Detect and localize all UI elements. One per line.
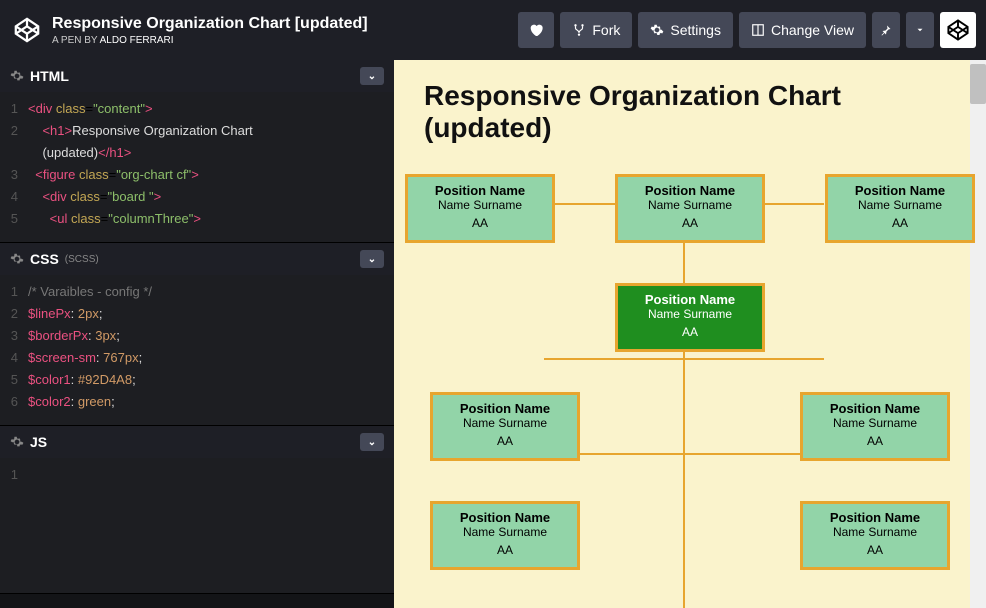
html-panel-header[interactable]: HTML ⌄ bbox=[0, 60, 394, 92]
org-node: Position NameName SurnameAA bbox=[825, 174, 975, 243]
org-node: Position NameName SurnameAA bbox=[800, 501, 950, 570]
org-node: Position NameName SurnameAA bbox=[800, 392, 950, 461]
like-button[interactable] bbox=[518, 12, 554, 48]
js-panel: JS ⌄ 1 bbox=[0, 426, 394, 594]
gear-icon bbox=[10, 435, 24, 449]
pin-button[interactable] bbox=[872, 12, 900, 48]
html-label: HTML bbox=[30, 68, 69, 84]
html-code-editor[interactable]: 1<div class="content"> 2 <h1>Responsive … bbox=[0, 92, 394, 242]
gear-icon bbox=[10, 69, 24, 83]
author-link[interactable]: Aldo Ferrari bbox=[100, 35, 174, 46]
css-label: CSS bbox=[30, 251, 59, 267]
codepen-logo bbox=[10, 13, 44, 47]
js-panel-header[interactable]: JS ⌄ bbox=[0, 426, 394, 458]
org-node: Position NameName SurnameAA bbox=[430, 501, 580, 570]
change-view-button[interactable]: Change View bbox=[739, 12, 866, 48]
gear-icon bbox=[10, 252, 24, 266]
preview-content: Responsive Organization Chart (updated) … bbox=[394, 60, 986, 608]
avatar[interactable] bbox=[940, 12, 976, 48]
settings-button[interactable]: Settings bbox=[638, 12, 733, 48]
fork-button[interactable]: Fork bbox=[560, 12, 632, 48]
org-node: Position NameName SurnameAA bbox=[405, 174, 555, 243]
org-node: Position NameName SurnameAA bbox=[615, 174, 765, 243]
collapse-button[interactable]: ⌄ bbox=[360, 250, 384, 268]
collapse-button[interactable]: ⌄ bbox=[360, 67, 384, 85]
org-chart: Position NameName SurnameAA Position Nam… bbox=[424, 174, 956, 608]
editors-column: HTML ⌄ 1<div class="content"> 2 <h1>Resp… bbox=[0, 60, 394, 608]
css-panel-header[interactable]: CSS (SCSS) ⌄ bbox=[0, 243, 394, 275]
css-code-editor[interactable]: 1/* Varaibles - config */ 2$linePx: 2px;… bbox=[0, 275, 394, 425]
org-node: Position NameName SurnameAA bbox=[430, 392, 580, 461]
collapse-button[interactable]: ⌄ bbox=[360, 433, 384, 451]
css-preproc: (SCSS) bbox=[65, 254, 99, 265]
chart-row: Position NameName SurnameAA Position Nam… bbox=[424, 174, 956, 243]
html-panel: HTML ⌄ 1<div class="content"> 2 <h1>Resp… bbox=[0, 60, 394, 243]
css-panel: CSS (SCSS) ⌄ 1/* Varaibles - config */ 2… bbox=[0, 243, 394, 426]
preview-heading: Responsive Organization Chart (updated) bbox=[424, 80, 956, 144]
title-block: Responsive Organization Chart [updated] … bbox=[52, 15, 518, 46]
org-node-highlight: Position NameName SurnameAA bbox=[615, 283, 765, 352]
pen-subtitle: A PEN BY Aldo Ferrari bbox=[52, 35, 518, 46]
main: HTML ⌄ 1<div class="content"> 2 <h1>Resp… bbox=[0, 60, 986, 608]
preview-pane: Responsive Organization Chart (updated) … bbox=[394, 60, 986, 608]
pen-title: Responsive Organization Chart [updated] bbox=[52, 15, 518, 33]
preview-scrollbar[interactable] bbox=[970, 60, 986, 608]
more-button[interactable] bbox=[906, 12, 934, 48]
top-header: Responsive Organization Chart [updated] … bbox=[0, 0, 986, 60]
js-code-editor[interactable]: 1 bbox=[0, 458, 394, 593]
js-label: JS bbox=[30, 434, 47, 450]
header-buttons: Fork Settings Change View bbox=[518, 12, 976, 48]
